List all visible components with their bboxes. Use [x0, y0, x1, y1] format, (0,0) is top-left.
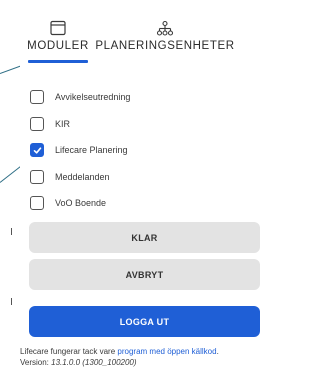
module-option-label: Avvikelseutredning	[55, 92, 131, 103]
window-icon	[50, 20, 66, 36]
tab-bar: MODULER PLANERINGSENHETER	[20, 0, 269, 66]
module-option-voo-boende[interactable]: VoO Boende	[30, 190, 250, 217]
tab-planeringsenheter-label: PLANERINGSENHETER	[95, 40, 235, 52]
open-source-link[interactable]: program med öppen källkod	[117, 347, 216, 356]
checkbox[interactable]	[30, 169, 44, 184]
module-option-label: Meddelanden	[55, 171, 110, 182]
checkbox-checked[interactable]	[30, 143, 44, 158]
module-option-kir[interactable]: KIR	[30, 111, 250, 138]
checkbox[interactable]	[30, 196, 44, 211]
active-tab-indicator	[28, 60, 88, 63]
checkbox[interactable]	[30, 90, 44, 105]
module-option-avvikelseutredning[interactable]: Avvikelseutredning	[30, 84, 250, 111]
module-option-meddelanden[interactable]: Meddelanden	[30, 164, 250, 191]
tab-planeringsenheter[interactable]: PLANERINGSENHETER	[90, 20, 240, 52]
edge-tick	[11, 298, 12, 305]
footer-text-end: .	[216, 347, 219, 356]
module-list: Avvikelseutredning KIR Lifecare Planerin…	[30, 84, 250, 217]
module-option-lifecare-planering[interactable]: Lifecare Planering	[30, 137, 250, 164]
tab-moduler-label: MODULER	[27, 40, 89, 52]
checkmark-icon	[33, 147, 41, 154]
module-option-label: VoO Boende	[55, 198, 107, 209]
version-label: Version:	[20, 358, 52, 367]
edge-tick	[11, 228, 12, 235]
module-selection-panel: MODULER PLANERINGSENHETER Avvikelseutred…	[20, 0, 269, 389]
tab-moduler[interactable]: MODULER	[27, 20, 89, 52]
module-option-label: Lifecare Planering	[55, 145, 128, 156]
footer-info: Lifecare fungerar tack vare program med …	[20, 346, 265, 368]
checkbox[interactable]	[30, 116, 44, 131]
footer-text: Lifecare fungerar tack vare	[20, 347, 118, 356]
logout-button[interactable]: LOGGA UT	[29, 306, 260, 337]
klar-button[interactable]: KLAR	[29, 222, 260, 253]
avbryt-button[interactable]: AVBRYT	[29, 259, 260, 290]
org-chart-icon	[156, 20, 174, 36]
module-option-label: KIR	[55, 118, 71, 129]
version-value: 13.1.0.0 (1300_100200)	[51, 358, 137, 367]
